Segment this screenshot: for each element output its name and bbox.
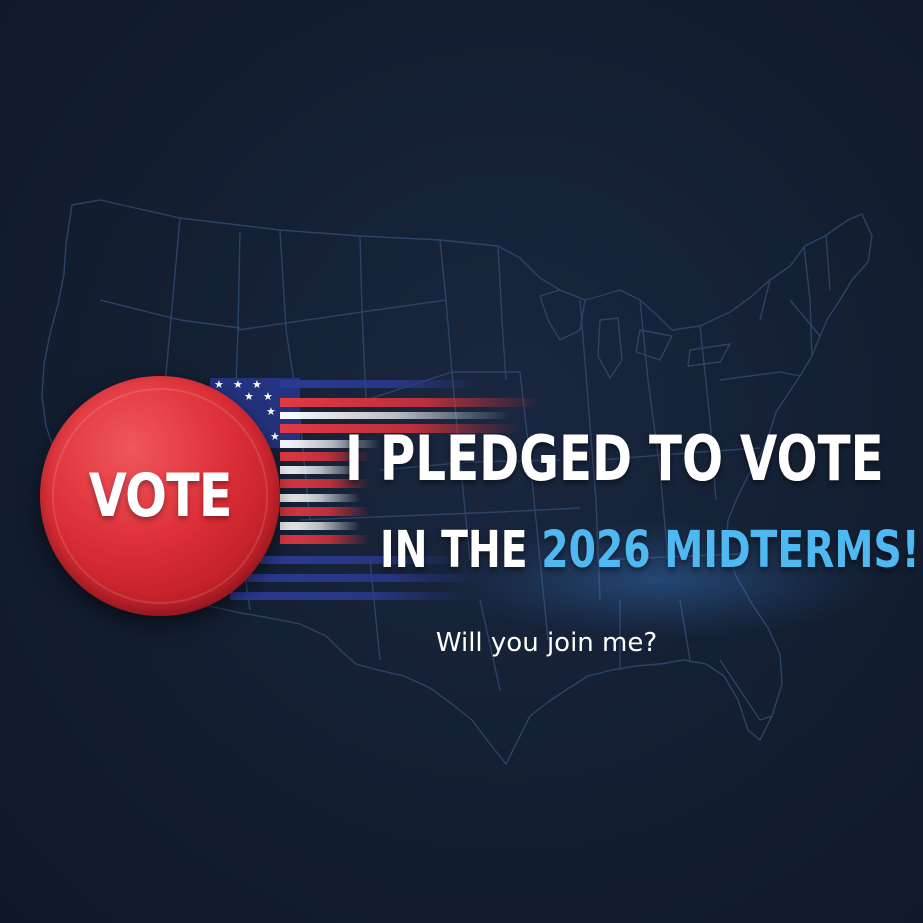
- vote-badge: VOTE: [40, 376, 280, 616]
- headline-line-1: I PLEDGED TO VOTE: [345, 422, 884, 495]
- pledge-graphic: ★ ★ ★ ★ ★ ★ ★ VOTE I PLEDGED TO VOTE IN …: [0, 0, 923, 923]
- headline-line-2: IN THE 2026 MIDTERMS!: [380, 525, 920, 576]
- headline-line-2-accent: 2026 MIDTERMS!: [541, 521, 920, 580]
- svg-text:★: ★: [263, 390, 273, 403]
- svg-text:★: ★: [244, 390, 254, 403]
- badge-label: VOTE: [88, 461, 233, 531]
- svg-text:★: ★: [270, 430, 280, 443]
- call-to-action: Will you join me?: [435, 628, 658, 658]
- svg-text:★: ★: [266, 405, 276, 418]
- headline-line-2-prefix: IN THE: [380, 521, 542, 580]
- svg-text:★: ★: [233, 378, 243, 391]
